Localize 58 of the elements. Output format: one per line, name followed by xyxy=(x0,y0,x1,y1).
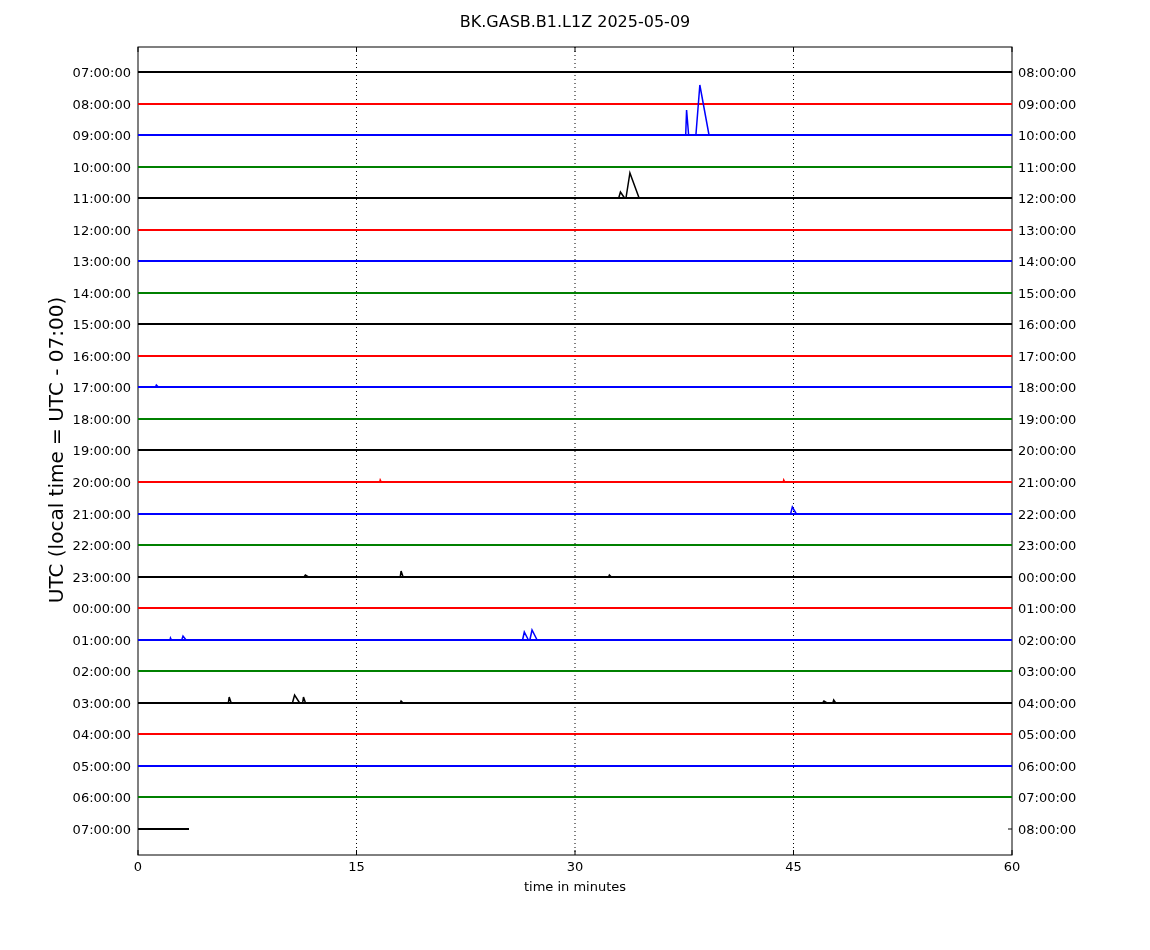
left-time-label: 22:00:00 xyxy=(72,538,131,553)
right-time-label: 19:00:00 xyxy=(1018,412,1077,427)
right-time-label: 02:00:00 xyxy=(1018,633,1077,648)
right-time-label: 03:00:00 xyxy=(1018,664,1077,679)
left-time-label: 08:00:00 xyxy=(72,97,131,112)
right-time-label: 07:00:00 xyxy=(1018,790,1077,805)
left-time-label: 16:00:00 xyxy=(72,349,131,364)
x-tick-label: 15 xyxy=(348,859,365,874)
right-time-label: 12:00:00 xyxy=(1018,191,1077,206)
right-time-label: 23:00:00 xyxy=(1018,538,1077,553)
right-time-label: 22:00:00 xyxy=(1018,507,1077,522)
right-time-label: 08:00:00 xyxy=(1018,822,1077,837)
left-time-label: 14:00:00 xyxy=(72,286,131,301)
left-time-label: 17:00:00 xyxy=(72,380,131,395)
right-time-label: 08:00:00 xyxy=(1018,65,1077,80)
left-time-label: 12:00:00 xyxy=(72,223,131,238)
left-time-label: 01:00:00 xyxy=(72,633,131,648)
right-time-label: 20:00:00 xyxy=(1018,443,1077,458)
right-time-label: 00:00:00 xyxy=(1018,570,1077,585)
left-time-label: 20:00:00 xyxy=(72,475,131,490)
chart-title: BK.GASB.B1.L1Z 2025-05-09 xyxy=(459,12,691,31)
left-time-label: 13:00:00 xyxy=(72,254,131,269)
right-time-label: 13:00:00 xyxy=(1018,223,1077,238)
right-time-label: 21:00:00 xyxy=(1018,475,1077,490)
left-time-label: 10:00:00 xyxy=(72,160,131,175)
right-time-label: 06:00:00 xyxy=(1018,759,1077,774)
right-time-label: 10:00:00 xyxy=(1018,128,1077,143)
right-time-label: 17:00:00 xyxy=(1018,349,1077,364)
left-time-label: 03:00:00 xyxy=(72,696,131,711)
left-time-label: 15:00:00 xyxy=(72,317,131,332)
left-time-label: 23:00:00 xyxy=(72,570,131,585)
right-time-label: 09:00:00 xyxy=(1018,97,1077,112)
x-tick-label: 45 xyxy=(785,859,802,874)
left-time-label: 11:00:00 xyxy=(72,191,131,206)
right-time-label: 18:00:00 xyxy=(1018,380,1077,395)
x-tick-label: 0 xyxy=(133,859,143,874)
right-time-label: 15:00:00 xyxy=(1018,286,1077,301)
y-axis-label: UTC (local time = UTC - 07:00) xyxy=(44,296,68,604)
right-time-label: 11:00:00 xyxy=(1018,160,1077,175)
left-time-label: 00:00:00 xyxy=(72,601,131,616)
left-time-label: 07:00:00 xyxy=(72,822,131,837)
left-time-label: 07:00:00 xyxy=(72,65,131,80)
left-time-label: 18:00:00 xyxy=(72,412,131,427)
left-time-label: 04:00:00 xyxy=(72,727,131,742)
x-axis-label: time in minutes xyxy=(523,879,627,894)
right-time-label: 04:00:00 xyxy=(1018,696,1077,711)
left-time-label: 06:00:00 xyxy=(72,790,131,805)
right-time-label: 05:00:00 xyxy=(1018,727,1077,742)
right-time-label: 14:00:00 xyxy=(1018,254,1077,269)
right-time-label: 01:00:00 xyxy=(1018,601,1077,616)
left-time-label: 19:00:00 xyxy=(72,443,131,458)
left-time-label: 09:00:00 xyxy=(72,128,131,143)
left-time-label: 02:00:00 xyxy=(72,664,131,679)
x-tick-label: 60 xyxy=(1003,859,1021,874)
right-time-label: 16:00:00 xyxy=(1018,317,1077,332)
left-time-label: 05:00:00 xyxy=(72,759,131,774)
x-tick-label: 30 xyxy=(566,859,584,874)
left-time-label: 21:00:00 xyxy=(72,507,131,522)
